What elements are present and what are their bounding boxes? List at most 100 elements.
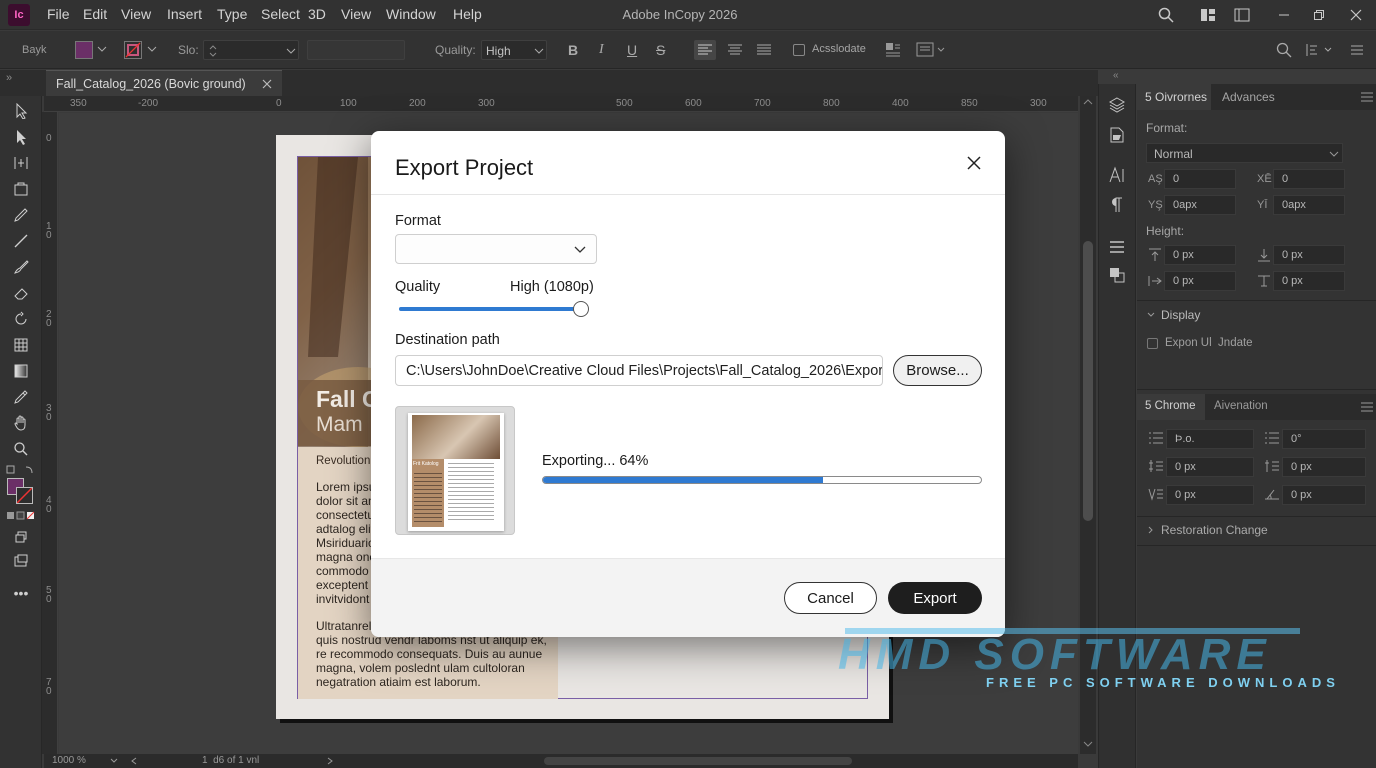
strikethrough-icon[interactable]: S: [656, 42, 665, 58]
screen-mode-icon[interactable]: [10, 550, 32, 572]
minimize-icon[interactable]: [1274, 5, 1294, 25]
chrome-field-6[interactable]: 0 px: [1282, 485, 1366, 505]
menu-window[interactable]: Window: [386, 6, 436, 22]
size-field[interactable]: [203, 40, 299, 60]
zoom-tool-icon[interactable]: [10, 438, 32, 460]
selection-tool-icon[interactable]: [10, 100, 32, 122]
arrange-icon[interactable]: [1305, 42, 1335, 58]
height-field-3[interactable]: 0 px: [1164, 271, 1236, 291]
panel-menu-icon[interactable]: [1361, 92, 1373, 102]
gap-tool-icon[interactable]: [10, 152, 32, 174]
zoom-level[interactable]: 1000 %: [52, 755, 86, 766]
menu-insert[interactable]: Insert: [167, 6, 202, 22]
brush-tool-icon[interactable]: [10, 256, 32, 278]
height-field[interactable]: 0 px: [1164, 245, 1236, 265]
quality-slider[interactable]: [399, 301, 589, 317]
chrome-field-2[interactable]: 0°: [1282, 429, 1366, 449]
chevron-right-icon[interactable]: [1147, 526, 1155, 534]
frame-options-icon[interactable]: [916, 41, 948, 59]
chevron-down-icon[interactable]: [97, 45, 107, 53]
align-center-icon[interactable]: [724, 40, 746, 60]
chrome-field-3[interactable]: 0 px: [1166, 457, 1254, 477]
height-field-2[interactable]: 0 px: [1273, 245, 1345, 265]
rotate-tool-icon[interactable]: [10, 308, 32, 330]
menu-file[interactable]: File: [47, 6, 70, 22]
menu-view-2[interactable]: View: [341, 6, 371, 22]
search-icon[interactable]: [1156, 5, 1176, 25]
panel-layout-icon[interactable]: [1232, 5, 1252, 25]
effects-icon[interactable]: [1108, 266, 1126, 284]
align-left-icon[interactable]: [694, 40, 716, 60]
export-button[interactable]: Export: [888, 582, 982, 614]
prev-page-icon[interactable]: [130, 757, 138, 765]
chrome-field-5[interactable]: 0 px: [1166, 485, 1254, 505]
close-tab-icon[interactable]: [262, 79, 272, 89]
document-tab[interactable]: Fall_Catalog_2026 (Bovic ground): [46, 70, 282, 96]
panel-menu-icon[interactable]: [1350, 43, 1364, 57]
browse-button[interactable]: Browse...: [893, 355, 982, 386]
next-page-icon[interactable]: [326, 757, 334, 765]
destination-path-input[interactable]: C:\Users\JohnDoe\Creative Cloud Files\Pr…: [395, 355, 883, 386]
tab-aivenation[interactable]: Aivenation: [1214, 400, 1268, 412]
menu-type[interactable]: Type: [217, 6, 247, 22]
tab-chrome[interactable]: 5 Chrome: [1137, 394, 1205, 420]
line-tool-icon[interactable]: [10, 230, 32, 252]
tab-advances[interactable]: Advances: [1222, 90, 1275, 104]
tab-oivrornes[interactable]: 5 Oivrornes: [1137, 84, 1211, 110]
position-x-field[interactable]: 0: [1164, 169, 1236, 189]
eraser-tool-icon[interactable]: [10, 282, 32, 304]
chevron-down-icon[interactable]: [147, 45, 157, 53]
chrome-field-1[interactable]: Ϸ.o.: [1166, 429, 1254, 449]
bold-icon[interactable]: B: [568, 42, 578, 58]
hand-tool-icon[interactable]: [10, 412, 32, 434]
menu-help[interactable]: Help: [453, 6, 482, 22]
layers-icon[interactable]: [1108, 96, 1126, 114]
character-icon[interactable]: [1108, 166, 1126, 184]
italic-icon[interactable]: I: [599, 42, 604, 58]
format-select[interactable]: Normal: [1146, 143, 1343, 163]
swap-colors-icon[interactable]: [6, 465, 36, 475]
close-window-icon[interactable]: [1346, 5, 1366, 25]
display-section-label[interactable]: Display: [1161, 308, 1200, 322]
chrome-field-4[interactable]: 0 px: [1282, 457, 1366, 477]
horizontal-scroll-thumb[interactable]: [544, 757, 852, 765]
gradient-tool-icon[interactable]: [10, 360, 32, 382]
preset-label[interactable]: Bayk: [22, 44, 46, 56]
menu-view[interactable]: View: [121, 6, 151, 22]
table-tool-icon[interactable]: [10, 334, 32, 356]
underline-icon[interactable]: U: [627, 42, 637, 58]
restore-icon[interactable]: [1309, 5, 1329, 25]
pages-icon[interactable]: [1108, 126, 1126, 144]
wrap-icon[interactable]: [884, 41, 902, 59]
stroke-swatch[interactable]: [124, 41, 142, 59]
search-icon[interactable]: [1276, 42, 1292, 58]
quality-select[interactable]: High: [481, 40, 547, 60]
panel-menu-icon[interactable]: [1361, 402, 1373, 412]
height-field-4[interactable]: 0 px: [1273, 271, 1345, 291]
cancel-button[interactable]: Cancel: [784, 582, 877, 614]
menu-edit[interactable]: Edit: [83, 6, 107, 22]
format-dropdown[interactable]: [395, 234, 597, 264]
menu-select[interactable]: Select: [261, 6, 300, 22]
align-panel-icon[interactable]: [1108, 238, 1126, 256]
scroll-up-icon[interactable]: [1083, 98, 1093, 106]
accommodate-checkbox[interactable]: [793, 44, 805, 56]
vertical-scroll-thumb[interactable]: [1083, 241, 1093, 521]
more-tools-icon[interactable]: •••: [10, 582, 32, 604]
content-collector-icon[interactable]: [10, 178, 32, 200]
apply-color-icons[interactable]: [6, 511, 36, 521]
quality-slider-thumb[interactable]: [573, 301, 589, 317]
align-justify-icon[interactable]: [753, 40, 775, 60]
collapse-dock-icon[interactable]: «: [1113, 70, 1119, 81]
position-y-field[interactable]: 0apx: [1164, 195, 1236, 215]
fill-stroke-swatches[interactable]: [7, 478, 33, 504]
scroll-down-icon[interactable]: [1083, 740, 1093, 748]
workspace-icon[interactable]: [1198, 5, 1218, 25]
paragraph-icon[interactable]: [1108, 196, 1126, 214]
chevron-down-icon[interactable]: [1147, 311, 1155, 319]
position-x2-field[interactable]: 0: [1273, 169, 1345, 189]
direct-selection-tool-icon[interactable]: [10, 126, 32, 148]
collapse-toolbar-icon[interactable]: »: [6, 72, 12, 84]
fill-swatch[interactable]: [75, 41, 93, 59]
preview-mode-icon[interactable]: [10, 526, 32, 548]
